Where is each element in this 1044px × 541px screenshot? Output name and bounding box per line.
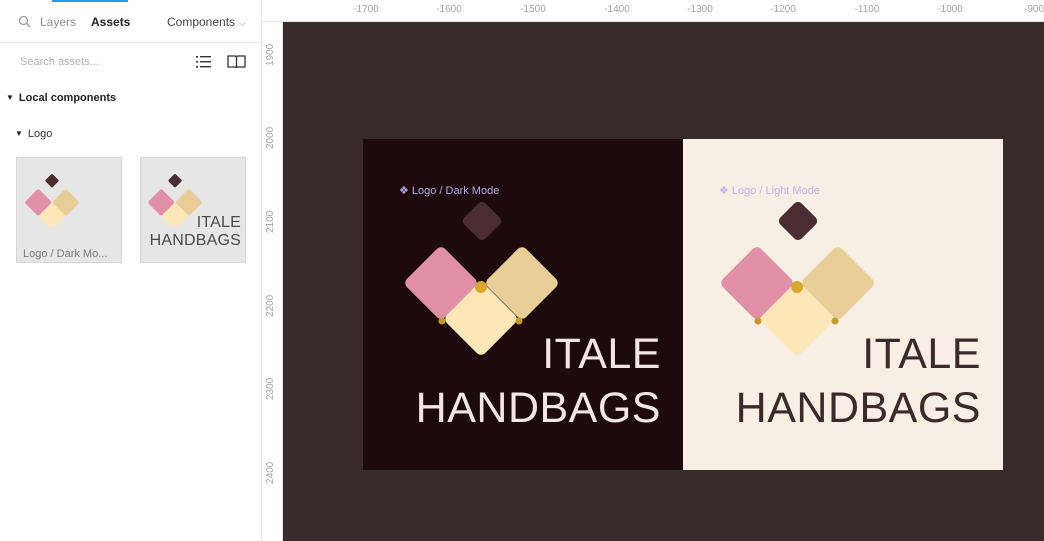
ruler-tick: 1900	[265, 43, 276, 66]
frame-label-dark-mode[interactable]: ❖ Logo / Dark Mode	[399, 184, 499, 197]
components-dropdown[interactable]: Components ⌵	[167, 15, 246, 29]
panel-tabs: Layers Assets Components ⌵	[0, 0, 262, 43]
thumbnail-wordmark-line2: HANDBAGS	[149, 232, 241, 249]
component-thumbnail-light-mode[interactable]: ITALE HANDBAGS	[140, 157, 246, 263]
ruler-tick: 2200	[265, 294, 276, 317]
search-icon[interactable]	[18, 15, 31, 28]
ruler-tick: -1000	[937, 4, 963, 15]
horizontal-ruler: -1700 -1600 -1500 -1400 -1300 -1200 -110…	[262, 0, 1044, 22]
list-view-icon[interactable]	[196, 55, 212, 69]
team-library-icon[interactable]	[227, 54, 246, 69]
frame-label-light-mode[interactable]: ❖ Logo / Light Mode	[719, 184, 820, 197]
design-canvas[interactable]: ❖ Logo / Dark Mode ITALE HANDBAGS ❖ Logo /…	[283, 22, 1044, 541]
ruler-tick: -1600	[436, 4, 462, 15]
ruler-tick: 2400	[265, 461, 276, 484]
local-components-section[interactable]: ▼ Local components	[6, 92, 116, 104]
tab-layers[interactable]: Layers	[40, 15, 76, 29]
logo-wordmark-line2: HANDBAGS	[735, 384, 981, 432]
logo-mark-icon	[25, 174, 79, 226]
search-row	[0, 43, 262, 81]
component-icon: ❖	[399, 185, 409, 197]
ruler-tick: -1200	[770, 4, 796, 15]
logo-light-mode-frame[interactable]: ❖ Logo / Light Mode ITALE HANDBAGS	[683, 139, 1003, 470]
ruler-tick: 2100	[265, 210, 276, 233]
frame-label-text: Logo / Light Mode	[731, 185, 820, 197]
logo-wordmark-line2: HANDBAGS	[415, 384, 661, 432]
logo-group-section[interactable]: ▼ Logo	[15, 128, 52, 140]
ruler-tick: -1400	[604, 4, 630, 15]
ruler-tick: -1500	[520, 4, 546, 15]
thumbnail-label: Logo / Dark Mo...	[23, 248, 108, 260]
chevron-down-icon: ⌵	[239, 18, 246, 28]
local-components-label: Local components	[18, 92, 117, 104]
logo-wordmark-line1: ITALE	[542, 330, 661, 378]
ruler-tick: -900	[1023, 4, 1044, 15]
logo-wordmark: ITALE HANDBAGS	[416, 327, 661, 435]
search-input[interactable]	[20, 53, 180, 71]
logo-dark-mode-frame[interactable]: ❖ Logo / Dark Mode ITALE HANDBAGS	[363, 139, 683, 470]
thumbnail-wordmark-line1: ITALE	[196, 214, 241, 231]
assets-panel: Layers Assets Components⌵ ▼ Local compone…	[0, 0, 262, 541]
frame-label-text: Logo / Dark Mode	[411, 185, 500, 197]
ruler-tick: -1300	[687, 4, 713, 15]
caret-down-icon: ▼	[15, 129, 23, 138]
vertical-ruler: 1900 2000 2100 2200 2300 2400	[262, 22, 283, 541]
ruler-tick: -1700	[353, 4, 379, 15]
component-icon: ❖	[719, 185, 729, 197]
logo-wordmark: ITALE HANDBAGS	[736, 327, 981, 435]
component-thumbnail-dark-mode[interactable]: Logo / Dark Mo...	[16, 157, 122, 263]
thumbnail-wordmark: ITALE HANDBAGS	[149, 214, 241, 250]
ruler-tick: 2000	[265, 126, 276, 149]
logo-wordmark-line1: ITALE	[862, 330, 981, 378]
caret-down-icon: ▼	[6, 93, 14, 102]
ruler-tick: -1100	[854, 4, 880, 15]
logo-group-label: Logo	[27, 128, 53, 140]
ruler-tick: 2300	[265, 377, 276, 400]
components-dropdown-label: Components	[167, 15, 236, 29]
tab-assets[interactable]: Assets	[91, 15, 130, 29]
